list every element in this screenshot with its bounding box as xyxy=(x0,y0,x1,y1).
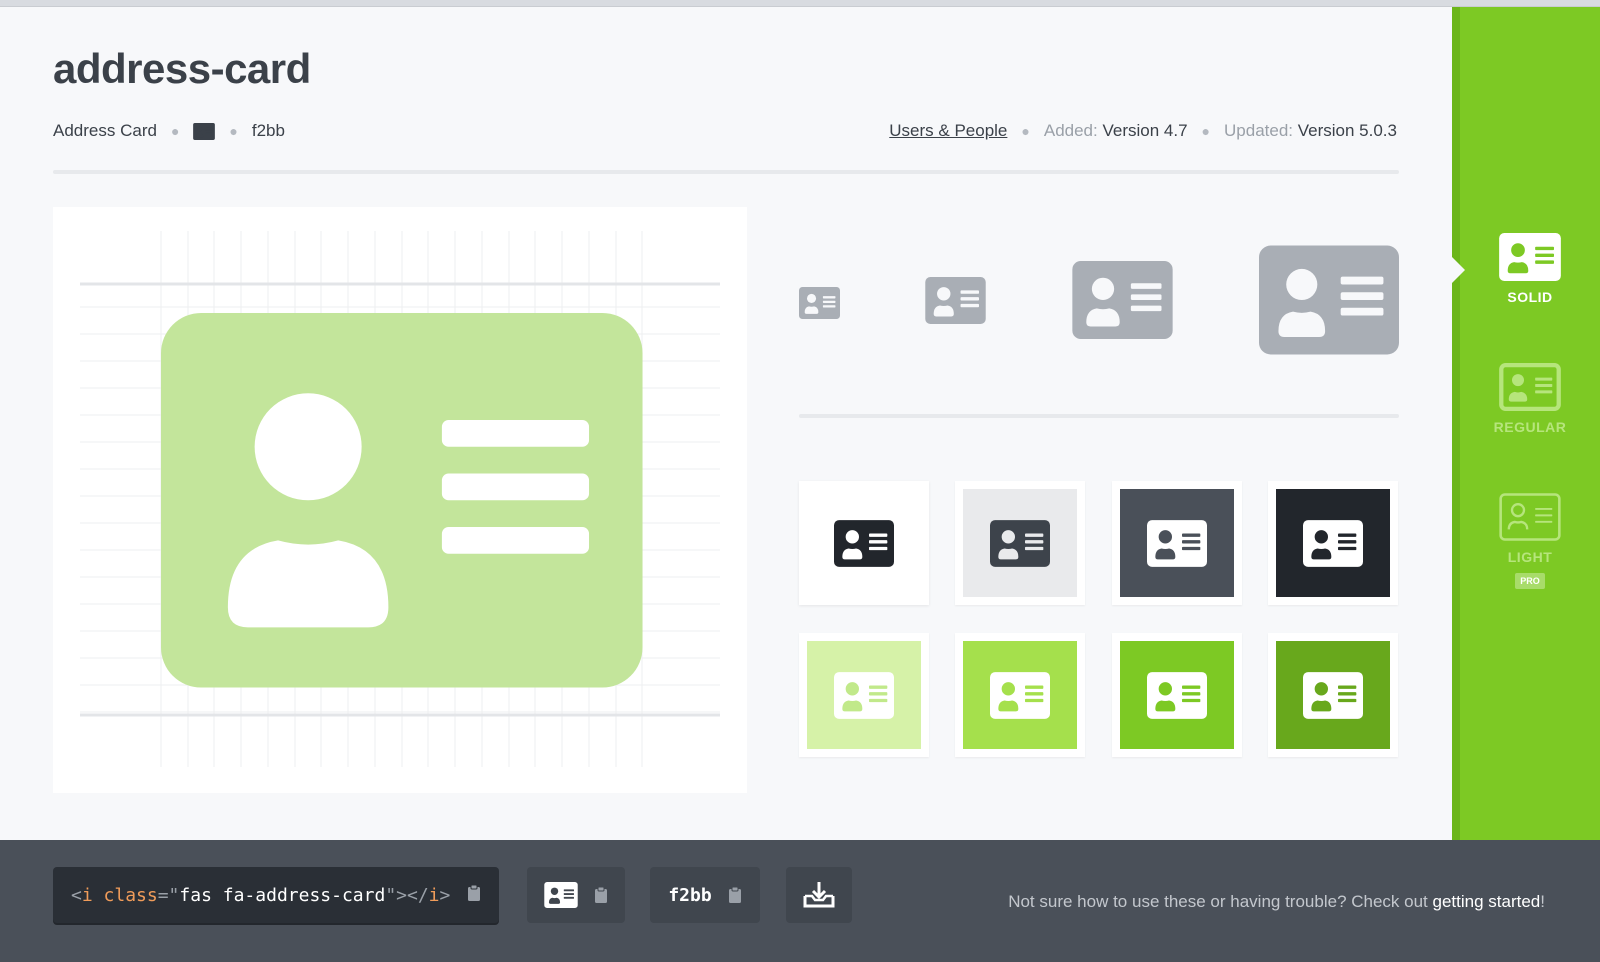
color-swatch[interactable] xyxy=(1112,633,1242,757)
swatch-background xyxy=(1120,641,1234,749)
address-card-light-icon xyxy=(1499,493,1561,541)
added-info: Added: Version 4.7 xyxy=(1044,121,1188,141)
swatch-background xyxy=(1276,489,1390,597)
download-icon xyxy=(803,882,835,908)
icon-size-previews xyxy=(799,245,1399,365)
swatch-background xyxy=(963,641,1077,749)
header-divider xyxy=(53,170,1399,174)
category-link[interactable]: Users & People xyxy=(889,121,1007,141)
clipboard-icon xyxy=(728,886,741,903)
icon-meta-left: Address Card ● ● f2bb xyxy=(53,121,285,141)
added-version: Version 4.7 xyxy=(1102,121,1188,140)
address-card-icon xyxy=(834,671,894,719)
download-button[interactable] xyxy=(786,867,852,923)
icon-detail-panel: address-card Address Card ● ● f2bb Users… xyxy=(0,7,1452,840)
address-card-icon xyxy=(834,519,894,567)
address-card-regular-icon xyxy=(1499,363,1561,411)
icon-title: address-card xyxy=(53,45,311,92)
address-card-icon xyxy=(1072,261,1173,339)
address-card-icon xyxy=(1147,519,1207,567)
swatch-background xyxy=(963,489,1077,597)
help-text: Not sure how to use these or having trou… xyxy=(1008,892,1545,911)
icon-label: Address Card xyxy=(53,121,157,140)
html-snippet: <i class="fas fa-address-card"></i> xyxy=(71,884,451,906)
updated-info: Updated: Version 5.0.3 xyxy=(1224,121,1397,141)
address-card-icon xyxy=(1303,519,1363,567)
style-label-solid: SOLID xyxy=(1507,289,1553,305)
clipboard-icon[interactable] xyxy=(467,884,481,907)
pro-badge: PRO xyxy=(1515,573,1545,589)
icon-preview-grid xyxy=(53,207,747,793)
color-swatch[interactable] xyxy=(1268,633,1398,757)
color-swatch[interactable] xyxy=(1112,481,1242,605)
address-card-icon xyxy=(1499,233,1561,281)
address-card-icon xyxy=(193,123,215,140)
html-snippet-box[interactable]: <i class="fas fa-address-card"></i> xyxy=(53,867,499,923)
style-label-regular: REGULAR xyxy=(1493,419,1567,435)
getting-started-link[interactable]: getting started xyxy=(1433,892,1541,911)
color-swatch[interactable] xyxy=(1268,481,1398,605)
address-card-icon xyxy=(799,287,840,319)
style-label-light: LIGHT xyxy=(1507,549,1553,565)
swatch-background xyxy=(807,489,921,597)
address-card-icon xyxy=(544,882,578,908)
separator-dot: ● xyxy=(229,123,238,139)
style-sidebar: SOLID REGULAR LIGHT PRO xyxy=(1452,7,1600,840)
icon-meta-right: Users & People ● Added: Version 4.7 ● Up… xyxy=(889,121,1397,141)
color-swatch[interactable] xyxy=(955,633,1085,757)
separator-dot: ● xyxy=(1021,123,1030,139)
icon-unicode: f2bb xyxy=(251,121,285,140)
footer-toolbar: <i class="fas fa-address-card"></i> f2bb… xyxy=(0,840,1600,962)
copy-unicode-button[interactable]: f2bb xyxy=(650,867,760,923)
color-swatch[interactable] xyxy=(799,633,929,757)
address-card-icon xyxy=(925,277,986,324)
clipboard-icon xyxy=(595,886,607,903)
swatch-background xyxy=(1120,489,1234,597)
address-card-icon xyxy=(990,671,1050,719)
unicode-value: f2bb xyxy=(668,884,712,906)
swatch-background xyxy=(807,641,921,749)
updated-label: Updated: xyxy=(1224,121,1294,140)
address-card-icon xyxy=(990,519,1050,567)
updated-version: Version 5.0.3 xyxy=(1297,121,1397,140)
address-card-icon xyxy=(1259,245,1399,355)
address-card-icon xyxy=(1147,671,1207,719)
style-option-light[interactable]: LIGHT PRO xyxy=(1468,493,1592,589)
copy-glyph-button[interactable] xyxy=(527,867,625,923)
browser-top-edge xyxy=(0,0,1600,7)
style-option-regular[interactable]: REGULAR xyxy=(1468,363,1592,435)
added-label: Added: xyxy=(1043,121,1098,140)
active-indicator xyxy=(1452,257,1465,283)
color-swatch[interactable] xyxy=(955,481,1085,605)
address-card-icon xyxy=(1303,671,1363,719)
swatch-divider xyxy=(799,414,1399,418)
color-swatch[interactable] xyxy=(799,481,929,605)
separator-dot: ● xyxy=(1201,123,1211,139)
swatch-background xyxy=(1276,641,1390,749)
style-option-solid[interactable]: SOLID xyxy=(1468,233,1592,305)
separator-dot: ● xyxy=(170,123,180,139)
